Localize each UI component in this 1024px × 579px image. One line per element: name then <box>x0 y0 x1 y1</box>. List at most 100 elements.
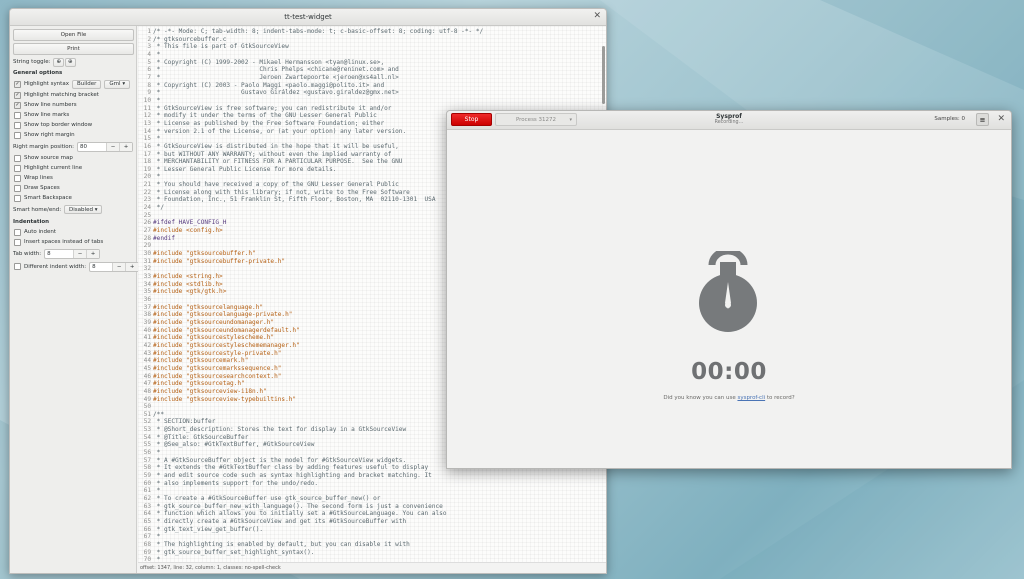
checkbox-row[interactable]: ✓ Highlight matching bracket <box>13 90 133 100</box>
line-number: 51 <box>143 410 151 418</box>
different-indent-checkbox[interactable] <box>14 263 21 270</box>
indent-width-spinner[interactable]: 8 − + <box>89 261 140 272</box>
line-number: 60 <box>143 479 151 487</box>
line-number: 31 <box>143 257 151 265</box>
line-text: * <box>153 50 161 58</box>
options-panel: Open File Print String toggle: ⊕ ⊕ Gener… <box>10 26 140 573</box>
checkbox[interactable] <box>14 131 21 139</box>
line-number: 32 <box>143 265 151 273</box>
spinner-value[interactable]: 8 <box>45 251 73 257</box>
checkbox-row[interactable]: Wrap lines <box>13 173 133 183</box>
smart-home-select[interactable]: Disabled ▾ <box>64 205 103 214</box>
checkbox-row[interactable]: Highlight current line <box>13 163 133 173</box>
checkbox-row[interactable]: Show right margin <box>13 130 133 140</box>
line-text: */ <box>153 204 165 212</box>
auto-indent-checkbox[interactable] <box>14 228 21 236</box>
highlight-syntax-checkbox[interactable]: ✓ <box>14 80 21 88</box>
sysprof-cli-link[interactable]: sysprof-cli <box>737 395 765 401</box>
hamburger-icon[interactable]: ≡ <box>976 113 989 126</box>
checkbox[interactable] <box>14 111 21 119</box>
line-number: 11 <box>143 104 151 112</box>
checkbox[interactable] <box>14 164 21 172</box>
insert-spaces-checkbox[interactable] <box>14 238 21 246</box>
line-number: 20 <box>143 173 151 181</box>
checkbox-label: Wrap lines <box>24 175 53 181</box>
headerbar: Stop Process 31272 ▾ Sysprof Recording… … <box>447 111 1011 130</box>
line-text: #include "gtksourcesearchcontext.h" <box>153 372 282 380</box>
line-number: 7 <box>147 73 151 81</box>
checkbox-label: Auto indent <box>24 229 57 235</box>
language-select[interactable]: Gml ▾ <box>104 79 131 89</box>
checkbox-row[interactable]: Draw Spaces <box>13 183 133 193</box>
line-number: 48 <box>143 387 151 395</box>
code-line: 59 * and edit source code such as syntax… <box>138 472 606 480</box>
checkbox-row[interactable]: Show line marks <box>13 110 133 120</box>
checkbox[interactable] <box>14 184 21 192</box>
plus-icon[interactable]: + <box>119 142 133 151</box>
line-number: 39 <box>143 318 151 326</box>
line-number: 61 <box>143 487 151 495</box>
checkbox-row[interactable]: Auto indent <box>13 227 133 237</box>
code-line: 10 * <box>138 97 606 105</box>
tab-width-spinner[interactable]: 8 − + <box>44 248 101 259</box>
toggle-left-icon[interactable]: ⊕ <box>53 57 65 67</box>
toggle-right-icon[interactable]: ⊕ <box>65 57 76 67</box>
line-text: #ifdef HAVE_CONFIG_H <box>153 219 227 227</box>
line-number: 58 <box>143 464 151 472</box>
sysprof-window: Stop Process 31272 ▾ Sysprof Recording… … <box>446 110 1012 469</box>
line-text: * Lesser General Public License for more… <box>153 165 337 173</box>
checkbox-row[interactable]: Insert spaces instead of tabs <box>13 237 133 247</box>
checkbox-label: Show top border window <box>24 122 93 128</box>
checkbox[interactable] <box>14 154 21 162</box>
line-number: 27 <box>143 227 151 235</box>
checkbox[interactable] <box>14 174 21 182</box>
minus-icon[interactable]: − <box>106 142 120 151</box>
plus-icon[interactable]: + <box>86 249 100 258</box>
minus-icon[interactable]: − <box>112 262 126 271</box>
spinner-value[interactable]: 8 <box>90 264 112 270</box>
checkbox-row[interactable]: ✓ Show line numbers <box>13 100 133 110</box>
tab-width-row: Tab width: 8 − + <box>13 247 133 260</box>
samples-count: Samples: 0 <box>934 116 965 122</box>
checkbox[interactable]: ✓ <box>14 91 21 99</box>
line-text: * gtk_text_view_get_buffer(). <box>153 525 264 533</box>
line-number: 68 <box>143 540 151 548</box>
line-number: 12 <box>143 112 151 120</box>
checkbox-row[interactable]: Show source map <box>13 153 133 163</box>
builder-button[interactable]: Builder <box>71 79 102 89</box>
checkbox-row[interactable]: Show top border window <box>13 120 133 130</box>
checkbox-label: Smart Backspace <box>24 195 72 201</box>
checkbox-label: Show right margin <box>24 132 75 138</box>
line-number: 65 <box>143 518 151 525</box>
line-number: 55 <box>143 441 151 449</box>
spinner-value[interactable]: 80 <box>78 144 106 150</box>
line-text: * gtk_source_buffer_set_highlight_syntax… <box>153 548 315 556</box>
close-icon[interactable]: ✕ <box>997 114 1005 124</box>
line-number: 57 <box>143 456 151 464</box>
line-number: 13 <box>143 119 151 127</box>
checkbox[interactable] <box>14 194 21 202</box>
code-line: 60 * also implements support for the und… <box>138 480 606 488</box>
line-text: * directly create a #GtkSourceView and g… <box>153 518 407 525</box>
code-line: 65 * directly create a #GtkSourceView an… <box>138 518 606 526</box>
line-text: #endif <box>153 234 176 242</box>
line-text: * modify it under the terms of the GNU L… <box>153 112 377 120</box>
checkbox-row[interactable]: Smart Backspace <box>13 193 133 203</box>
scrollbar[interactable] <box>602 46 605 104</box>
print-button[interactable]: Print <box>13 43 134 55</box>
plus-icon[interactable]: + <box>125 262 139 271</box>
open-file-button[interactable]: Open File <box>13 29 134 41</box>
line-text: * <box>153 173 161 181</box>
checkbox[interactable] <box>14 121 21 129</box>
line-text: /* gtksourcebuffer.c <box>153 35 227 43</box>
line-number: 59 <box>143 472 151 480</box>
line-text: * <box>153 96 161 104</box>
close-icon[interactable]: ✕ <box>593 11 601 21</box>
right-margin-spinner[interactable]: 80 − + <box>77 141 134 152</box>
line-number: 6 <box>147 66 151 74</box>
line-text: #include <stdlib.h> <box>153 280 223 288</box>
line-text: * This file is part of GtkSourceView <box>153 43 289 51</box>
checkbox[interactable]: ✓ <box>14 101 21 109</box>
minus-icon[interactable]: − <box>73 249 87 258</box>
line-text: #include "gtksourcestylescheme.h" <box>153 334 275 342</box>
